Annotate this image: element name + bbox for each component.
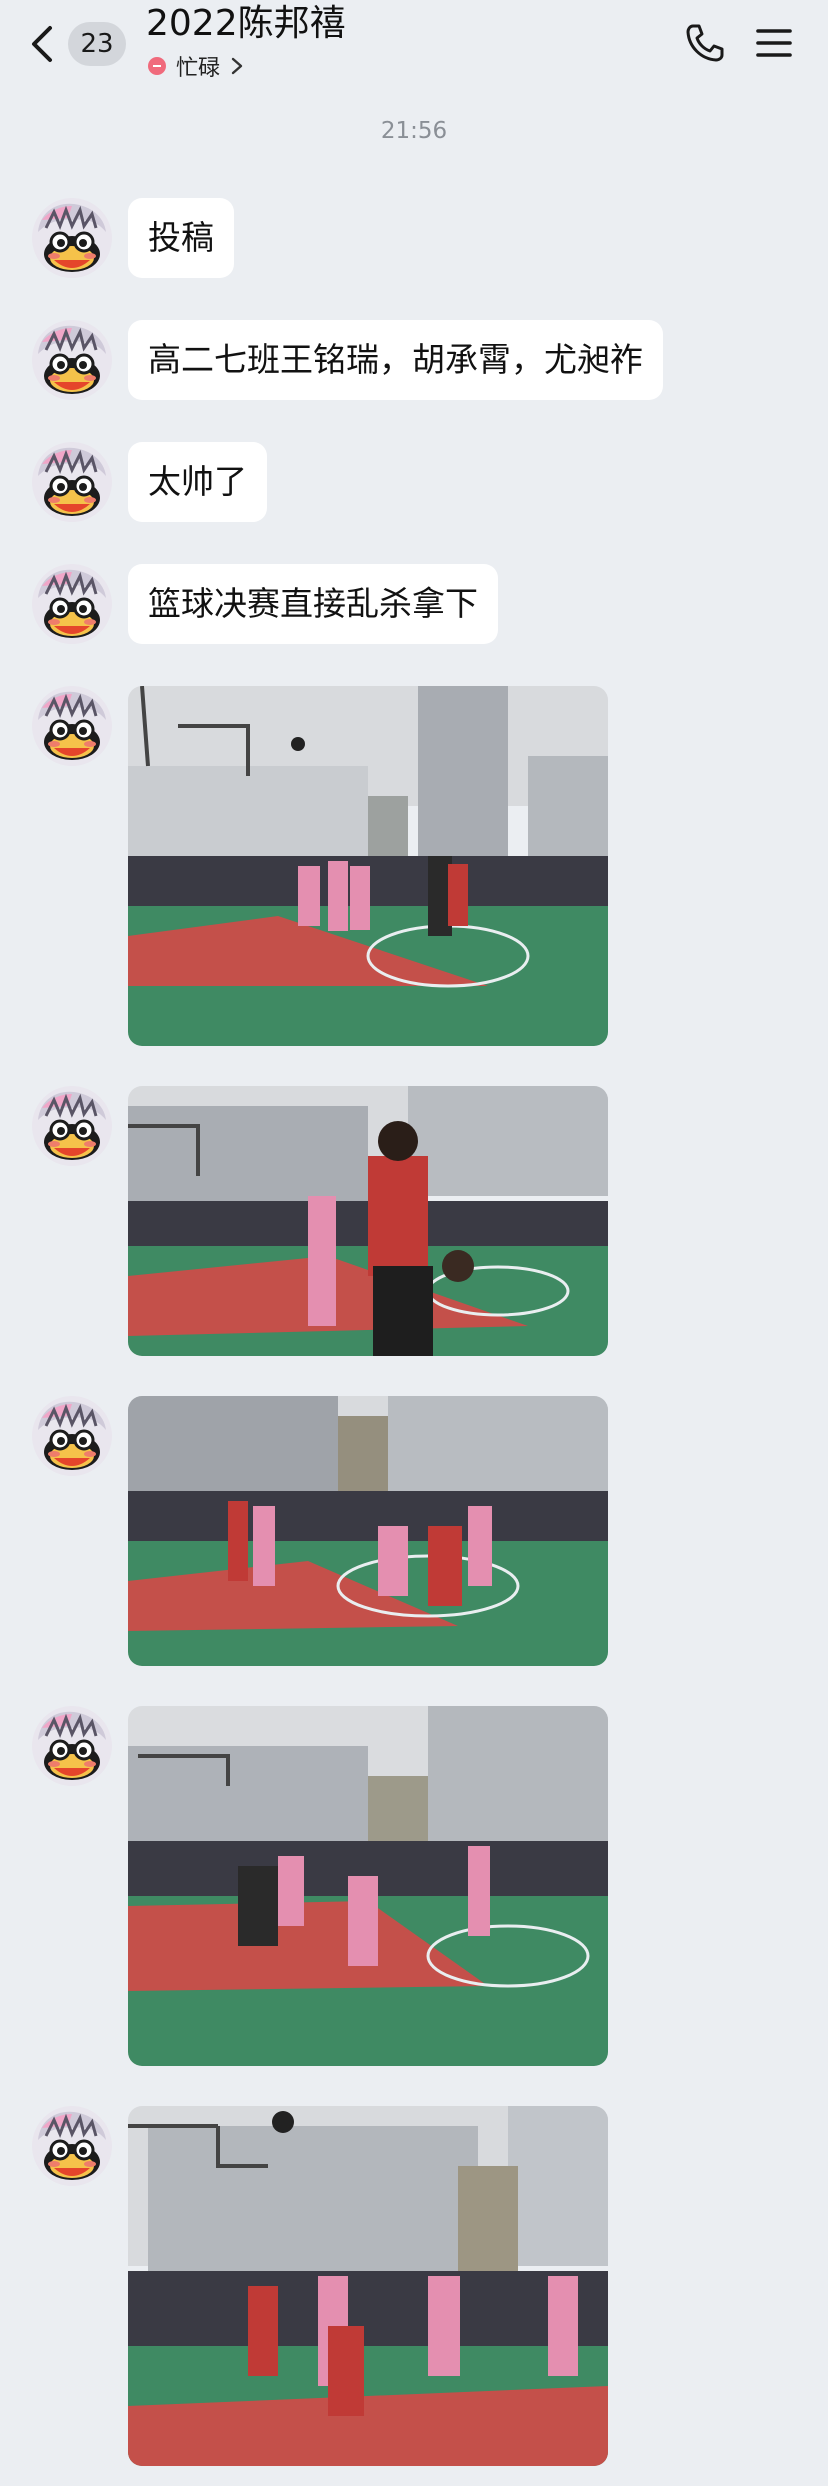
sender-avatar[interactable] [32,320,112,400]
busy-status-icon [148,57,166,75]
status-text: 忙碌 [176,56,221,81]
message-bubble[interactable]: 高二七班王铭瑞，胡承霄，尤昶祚 [128,320,663,400]
unread-count-badge[interactable]: 23 [68,22,126,66]
basketball-photo[interactable] [128,1086,608,1356]
message-timestamp: 21:56 [380,118,448,144]
message-bubble[interactable]: 篮球决赛直接乱杀拿下 [128,564,498,644]
sender-avatar[interactable] [32,564,112,644]
message-bubble[interactable]: 太帅了 [128,442,267,522]
sender-avatar[interactable] [32,1396,112,1476]
sender-avatar[interactable] [32,686,112,766]
basketball-photo[interactable] [128,1396,608,1666]
phone-call-icon[interactable] [684,22,726,64]
back-arrow-icon[interactable] [26,24,62,64]
chat-title[interactable]: 2022陈邦禧 [146,2,346,46]
sender-avatar[interactable] [32,198,112,278]
status-row[interactable]: 忙碌 [148,52,244,81]
basketball-photo[interactable] [128,2106,608,2466]
basketball-photo[interactable] [128,1706,608,2066]
sender-avatar[interactable] [32,1086,112,1166]
menu-icon[interactable] [756,26,792,60]
sender-avatar[interactable] [32,1706,112,1786]
basketball-photo[interactable] [128,686,608,1046]
sender-avatar[interactable] [32,2106,112,2186]
sender-avatar[interactable] [32,442,112,522]
chevron-right-icon [231,57,243,75]
chat-header: 23 2022陈邦禧 忙碌 [0,0,828,96]
message-bubble[interactable]: 投稿 [128,198,234,278]
